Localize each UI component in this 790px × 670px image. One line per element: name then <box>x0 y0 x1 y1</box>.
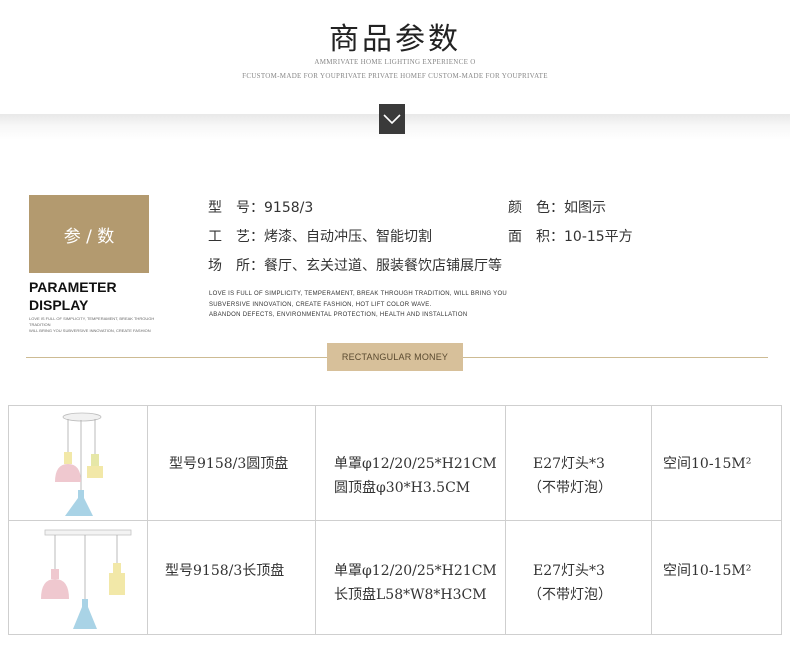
header-subtitle-2: FCUSTOM-MADE FOR YOUPRIVATE PRIVATE HOME… <box>242 72 548 80</box>
bulb-cell: E27灯头*3 （不带灯泡） <box>505 406 651 520</box>
spec-place-value: 餐厅、玄关过道、服装餐饮店铺展厅等 <box>264 258 502 274</box>
parameter-title-line2: DISPLAY <box>29 297 89 313</box>
scroll-down-button[interactable] <box>379 104 405 134</box>
model-text: 型号9158/3圆顶盘 <box>169 456 289 472</box>
spec-model-value: 9158/3 <box>264 200 314 216</box>
bulb-line2: （不带灯泡） <box>528 480 612 496</box>
description-line1: LOVE IS FULL OF SIMPLICITY, TEMPERAMENT,… <box>209 291 508 297</box>
page-title: 商品参数 <box>329 22 461 57</box>
space-cell: 空间10-15M² <box>651 521 781 635</box>
header: 商品参数 AMMRIVATE HOME LIGHTING EXPERIENCE … <box>0 0 790 120</box>
parameter-display-title: PARAMETER DISPLAY <box>29 278 117 314</box>
round-canopy-lamp-image <box>55 412 103 516</box>
parameter-fine-print: LOVE IS FULL OF SIMPLICITY, TEMPERAMENT,… <box>29 316 169 334</box>
parameter-title-line1: PARAMETER <box>29 279 117 295</box>
bulb-cell: E27灯头*3 （不带灯泡） <box>505 521 651 635</box>
spec-color-label: 颜 色： <box>508 200 564 216</box>
bulb-line2: （不带灯泡） <box>528 587 612 603</box>
description: LOVE IS FULL OF SIMPLICITY, TEMPERAMENT,… <box>209 289 507 321</box>
model-cell: 型号9158/3长顶盘 <box>147 521 315 635</box>
section-badge: RECTANGULAR MONEY <box>327 343 463 371</box>
model-text: 型号9158/3长顶盘 <box>165 563 285 579</box>
header-subtitle-1: AMMRIVATE HOME LIGHTING EXPERIENCE O <box>314 58 476 66</box>
space-cell: 空间10-15M² <box>651 406 781 520</box>
product-image-cell <box>9 521 147 635</box>
section-badge-label: RECTANGULAR MONEY <box>341 352 449 362</box>
parameter-badge-label: 参 / 数 <box>63 226 115 247</box>
fine-print-line1: LOVE IS FULL OF SIMPLICITY, TEMPERAMENT,… <box>29 316 155 327</box>
chevron-down-icon <box>383 114 401 125</box>
table-row: 型号9158/3长顶盘 单罩φ12/20/25*H21CM 长顶盘L58*W8*… <box>9 520 781 635</box>
bulb-line1: E27灯头*3 <box>533 563 605 579</box>
bulb-line1: E27灯头*3 <box>533 456 605 472</box>
size-cell: 单罩φ12/20/25*H21CM 圆顶盘φ30*H3.5CM <box>315 406 505 520</box>
size-line2: 圆顶盘φ30*H3.5CM <box>334 480 471 496</box>
size-line2: 长顶盘L58*W8*H3CM <box>334 587 487 603</box>
description-line3: ABANDON DEFECTS, ENVIRONMENTAL PROTECTIO… <box>209 312 468 318</box>
spec-color: 颜 色：如图示 <box>508 197 606 217</box>
size-cell: 单罩φ12/20/25*H21CM 长顶盘L58*W8*H3CM <box>315 521 505 635</box>
spec-craft-label: 工 艺： <box>208 229 264 245</box>
description-line2: SUBVERSIVE INNOVATION, CREATE FASHION, H… <box>209 301 432 308</box>
size-line1: 单罩φ12/20/25*H21CM <box>334 563 497 579</box>
spec-table: 型号9158/3圆顶盘 单罩φ12/20/25*H21CM 圆顶盘φ30*H3.… <box>8 405 782 635</box>
spec-area-label: 面 积： <box>508 229 564 245</box>
parameter-badge: 参 / 数 <box>29 195 149 273</box>
fine-print-line2: WILL BRING YOU SUBVERSIVE INNOVATION, CR… <box>29 328 151 333</box>
spec-craft-value: 烤漆、自动冲压、智能切割 <box>264 229 432 245</box>
spec-place: 场 所：餐厅、玄关过道、服装餐饮店铺展厅等 <box>208 255 502 275</box>
spec-area: 面 积：10-15平方 <box>508 226 633 246</box>
spec-color-value: 如图示 <box>564 200 606 216</box>
space-text: 空间10-15M² <box>663 456 752 472</box>
model-cell: 型号9158/3圆顶盘 <box>147 406 315 520</box>
product-image-cell <box>9 406 147 520</box>
table-row: 型号9158/3圆顶盘 单罩φ12/20/25*H21CM 圆顶盘φ30*H3.… <box>9 406 781 520</box>
size-line1: 单罩φ12/20/25*H21CM <box>334 456 497 472</box>
spec-area-value: 10-15平方 <box>564 229 633 245</box>
space-text: 空间10-15M² <box>663 563 752 579</box>
spec-place-label: 场 所： <box>208 258 264 274</box>
spec-craft: 工 艺：烤漆、自动冲压、智能切割 <box>208 226 432 246</box>
spec-model-label: 型 号： <box>208 200 264 216</box>
long-canopy-lamp-image <box>41 529 132 629</box>
spec-model: 型 号：9158/3 <box>208 197 313 217</box>
